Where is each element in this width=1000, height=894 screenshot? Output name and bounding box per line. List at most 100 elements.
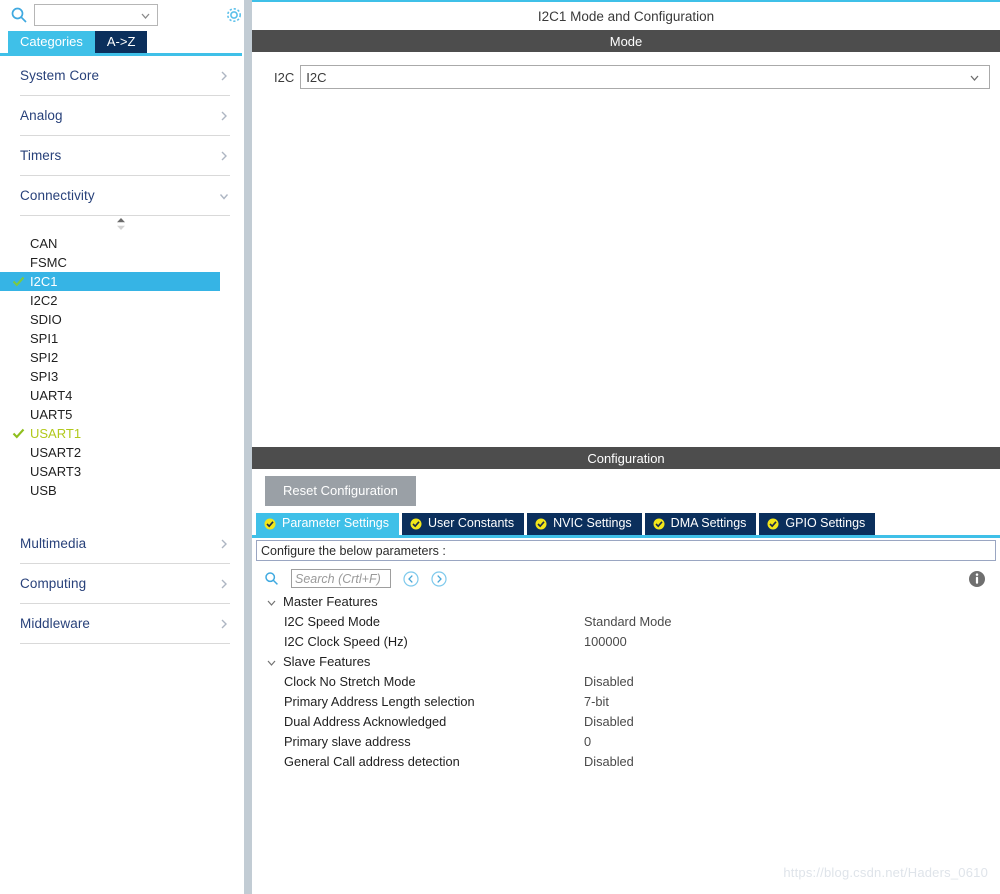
parameter-name: Primary slave address <box>284 733 411 749</box>
gear-icon[interactable] <box>224 5 244 25</box>
peripheral-label: USART2 <box>30 445 82 460</box>
parameter-search-placeholder: Search (Crtl+F) <box>295 571 381 586</box>
peripheral-list: CAN FSMC I2C1 I2C2 SDIO SPI1 SPI2 SPI3 U… <box>0 232 242 506</box>
watermark: https://blog.csdn.net/Haders_0610 <box>783 865 988 880</box>
tab-a-to-z[interactable]: A->Z <box>94 31 148 53</box>
sidebar-tabs: Categories A->Z <box>0 30 252 53</box>
chevron-right-icon <box>218 538 230 550</box>
sidebar-category-label: Computing <box>20 576 87 591</box>
chevron-down-icon <box>266 656 277 667</box>
table-row[interactable]: I2C Speed Mode Standard Mode <box>262 611 1000 631</box>
list-item[interactable]: SPI3 <box>0 367 242 386</box>
tab-label: NVIC Settings <box>553 516 632 530</box>
reset-configuration-button[interactable]: Reset Configuration <box>265 476 416 506</box>
peripheral-label: SPI3 <box>30 369 59 384</box>
mode-section-header: Mode <box>252 30 1000 52</box>
table-row[interactable]: Clock No Stretch Mode Disabled <box>262 671 1000 691</box>
sidebar-search-row <box>0 0 252 30</box>
tab-parameter-settings[interactable]: Parameter Settings <box>256 513 399 535</box>
peripheral-sidebar: Categories A->Z System Core Analog Timer… <box>0 0 252 894</box>
sidebar-category-label: System Core <box>20 68 100 83</box>
mode-area: I2C I2C <box>252 52 1000 447</box>
search-prev-icon[interactable] <box>403 570 419 587</box>
list-item[interactable]: I2C2 <box>0 291 242 310</box>
tab-dma-settings[interactable]: DMA Settings <box>644 513 757 535</box>
list-item[interactable]: CAN <box>0 234 242 253</box>
parameter-name: Dual Address Acknowledged <box>284 713 447 729</box>
panel-divider[interactable] <box>242 0 252 894</box>
info-icon[interactable] <box>968 570 986 588</box>
search-icon <box>264 571 279 586</box>
tab-label: Parameter Settings <box>282 516 389 530</box>
reset-row: Reset Configuration <box>252 469 1000 513</box>
tab-label: DMA Settings <box>670 516 747 530</box>
peripheral-label: SPI2 <box>30 350 59 365</box>
peripheral-label: USART1 <box>30 426 82 441</box>
table-row[interactable]: Dual Address Acknowledged Disabled <box>262 711 1000 731</box>
peripheral-search-combo[interactable] <box>34 4 158 26</box>
search-icon <box>10 6 28 24</box>
page-title: I2C1 Mode and Configuration <box>252 2 1000 30</box>
sidebar-category-label: Timers <box>20 148 62 163</box>
sidebar-category-label: Multimedia <box>20 536 87 551</box>
peripheral-label: UART4 <box>30 388 73 403</box>
configuration-hint: Configure the below parameters : <box>256 540 996 561</box>
mode-row: I2C I2C <box>274 65 990 89</box>
parameter-search-input[interactable]: Search (Crtl+F) <box>291 569 391 588</box>
table-row[interactable]: General Call address detection Disabled <box>262 751 1000 771</box>
group-label: Slave Features <box>283 653 371 669</box>
configuration-tab-underline <box>252 535 1000 538</box>
tab-categories[interactable]: Categories <box>8 31 95 53</box>
list-item-usart1[interactable]: USART1 <box>0 424 242 443</box>
status-check-icon <box>264 518 276 530</box>
tab-label: GPIO Settings <box>785 516 866 530</box>
sidebar-category-computing[interactable]: Computing <box>20 564 230 604</box>
panel-divider-line <box>242 0 244 894</box>
parameter-list: Master Features I2C Speed Mode Standard … <box>252 591 1000 894</box>
chevron-right-icon <box>218 578 230 590</box>
tab-nvic-settings[interactable]: NVIC Settings <box>527 513 642 535</box>
parameter-toolbar: Search (Crtl+F) <box>252 561 1000 591</box>
sidebar-category-system-core[interactable]: System Core <box>20 56 230 96</box>
peripheral-list-scroll-spinner[interactable] <box>0 216 242 232</box>
main-panel: I2C1 Mode and Configuration Mode I2C I2C… <box>252 0 1000 894</box>
check-icon <box>12 275 25 288</box>
peripheral-label: CAN <box>30 236 58 251</box>
table-row[interactable]: I2C Clock Speed (Hz) 100000 <box>262 631 1000 651</box>
parameter-group-master-features[interactable]: Master Features <box>262 591 1000 611</box>
parameter-value: Disabled <box>584 673 634 689</box>
list-item[interactable]: UART4 <box>0 386 242 405</box>
list-item[interactable]: USB <box>0 481 242 500</box>
sidebar-category-middleware[interactable]: Middleware <box>20 604 230 644</box>
chevron-down-icon <box>968 71 981 84</box>
list-item[interactable]: FSMC <box>0 253 242 272</box>
sidebar-category-analog[interactable]: Analog <box>20 96 230 136</box>
list-item[interactable]: SPI2 <box>0 348 242 367</box>
status-check-icon <box>653 518 665 530</box>
parameter-group-slave-features[interactable]: Slave Features <box>262 651 1000 671</box>
tab-user-constants[interactable]: User Constants <box>402 513 525 535</box>
table-row[interactable]: Primary Address Length selection 7-bit <box>262 691 1000 711</box>
peripheral-label: I2C2 <box>30 293 58 308</box>
sidebar-category-multimedia[interactable]: Multimedia <box>20 524 230 564</box>
mode-select-value: I2C <box>306 69 327 85</box>
status-check-icon <box>410 518 422 530</box>
peripheral-label: FSMC <box>30 255 67 270</box>
list-item[interactable]: USART2 <box>0 443 242 462</box>
list-item[interactable]: USART3 <box>0 462 242 481</box>
chevron-down-icon <box>218 190 230 202</box>
sidebar-content: System Core Analog Timers Connectivity C… <box>0 56 252 894</box>
sidebar-category-connectivity[interactable]: Connectivity <box>20 176 230 216</box>
search-next-icon[interactable] <box>431 570 447 587</box>
list-item[interactable]: SPI1 <box>0 329 242 348</box>
list-item[interactable]: SDIO <box>0 310 242 329</box>
parameter-value: 7-bit <box>584 693 609 709</box>
check-icon <box>12 427 25 440</box>
list-item[interactable]: UART5 <box>0 405 242 424</box>
mode-select[interactable]: I2C <box>300 65 990 89</box>
tab-gpio-settings[interactable]: GPIO Settings <box>759 513 876 535</box>
sidebar-category-timers[interactable]: Timers <box>20 136 230 176</box>
table-row[interactable]: Primary slave address 0 <box>262 731 1000 751</box>
parameter-name: I2C Speed Mode <box>284 613 381 629</box>
list-item-i2c1[interactable]: I2C1 <box>0 272 220 291</box>
